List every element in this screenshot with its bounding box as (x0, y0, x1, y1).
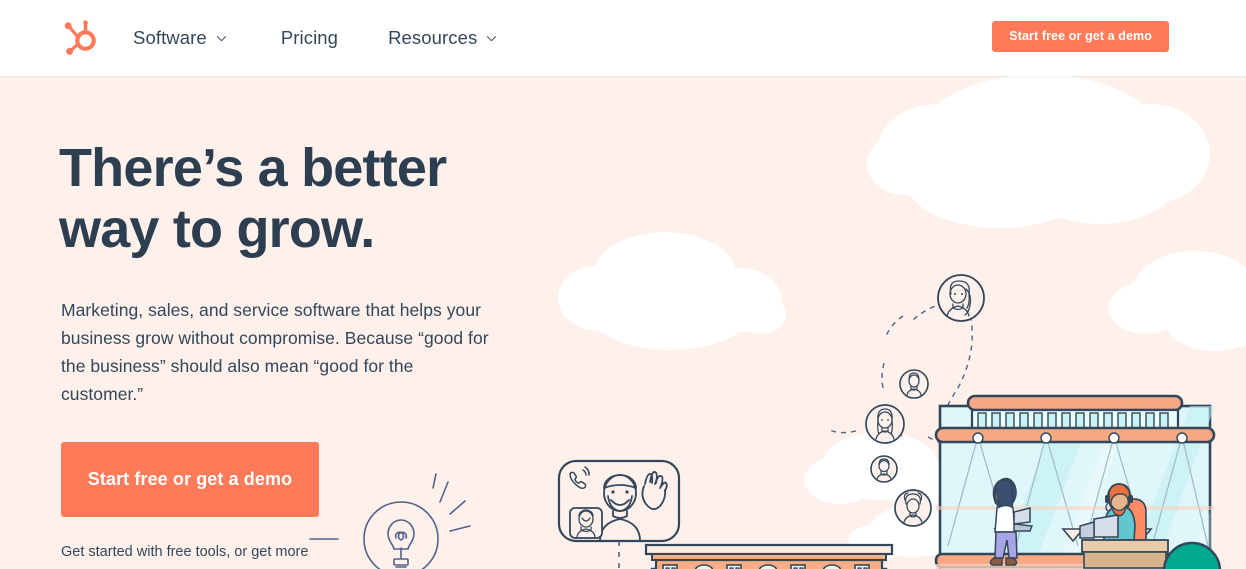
nav-item-label: Software (133, 27, 207, 48)
hero-subcopy: Marketing, sales, and service software t… (61, 300, 489, 404)
nav-item-label: Pricing (280, 27, 339, 48)
cloud-right-edge (1109, 251, 1246, 351)
monitor (1093, 514, 1119, 538)
person-torso (994, 504, 1016, 533)
headline-line-1: There’s a better (59, 138, 447, 198)
chevron-down-icon (487, 35, 497, 41)
nav-item-label: Resources (388, 27, 478, 48)
cloud-middle (558, 232, 786, 350)
hero-start-free-button[interactable]: Start free or get a demo (61, 442, 319, 517)
main-navigation: Software Pricing Resources (133, 0, 551, 76)
nav-item-pricing[interactable]: Pricing (281, 0, 338, 76)
office-building (934, 394, 1216, 569)
classical-building (644, 543, 894, 569)
hero-section: There’s a better way to grow. Marketing,… (0, 76, 1246, 569)
page-title: There’s a better way to grow. (59, 138, 531, 260)
site-header: Software Pricing Resources Start free or… (0, 0, 1246, 76)
avatar-bubble-3 (870, 455, 898, 483)
hero-note: Get started with free tools, or get more… (61, 544, 309, 569)
hubspot-homepage: Software Pricing Resources Start free or… (0, 0, 1246, 569)
video-call-pip (569, 507, 603, 539)
hero-copy-block: There’s a better way to grow. Marketing,… (59, 138, 531, 569)
chevron-down-icon (216, 35, 226, 41)
headline-line-2: way to grow. (59, 199, 375, 259)
sprocket-icon (64, 20, 96, 55)
nav-item-resources[interactable]: Resources (388, 0, 497, 76)
avatar-bubble-4 (894, 489, 932, 527)
desk (1081, 539, 1169, 553)
header-start-free-button[interactable]: Start free or get a demo (992, 21, 1169, 52)
cloud-top-right (867, 76, 1210, 228)
hubspot-sprocket-logo[interactable] (58, 14, 104, 60)
avatar-bubble-1 (899, 369, 929, 399)
roof-cap-top (966, 394, 1184, 412)
avatar-bubble-2 (865, 404, 905, 444)
nav-item-software[interactable]: Software (133, 0, 227, 76)
avatar-bubble-large (937, 274, 985, 322)
